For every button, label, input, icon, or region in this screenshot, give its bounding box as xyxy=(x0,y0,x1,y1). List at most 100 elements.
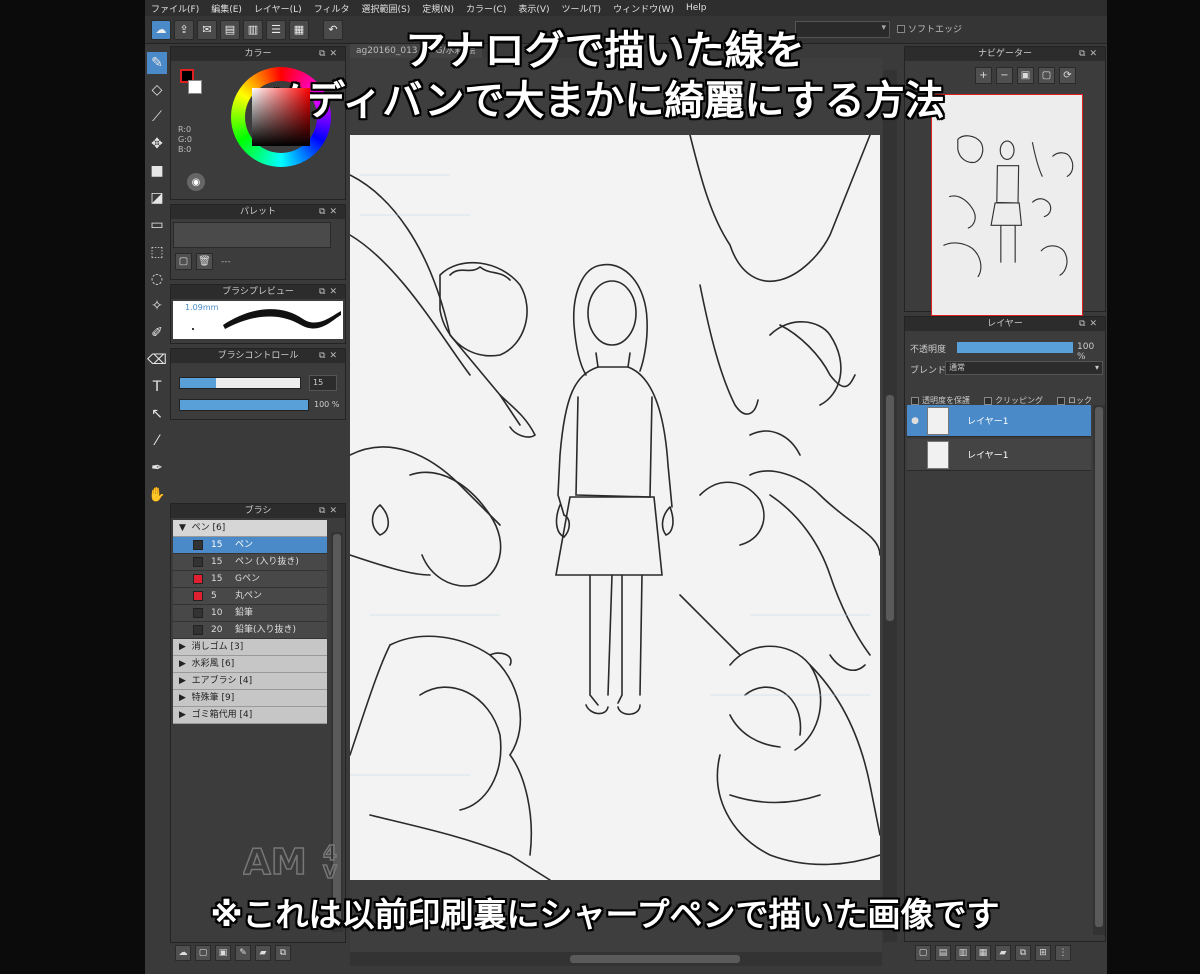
canvas-viewport[interactable] xyxy=(350,58,882,954)
canvas-vertical-scrollbar[interactable] xyxy=(883,70,897,942)
new-halftone-layer-icon[interactable]: ▤ xyxy=(935,945,951,961)
brush-item[interactable]: 10 鉛筆 xyxy=(173,605,327,622)
layer-list-scrollbar[interactable] xyxy=(1093,405,1105,935)
menu-ruler[interactable]: 定規(N) xyxy=(416,2,460,15)
menu-select[interactable]: 選択範囲(S) xyxy=(356,2,417,15)
tone-layer-icon[interactable]: ▦ xyxy=(975,945,991,961)
brush-edit-icon[interactable]: ✎ xyxy=(235,945,251,961)
select-pen-tool-icon[interactable]: ✐ xyxy=(147,322,167,344)
menu-edit[interactable]: 編集(E) xyxy=(205,2,248,15)
bucket-tool-icon[interactable]: ◪ xyxy=(147,187,167,209)
brush-opacity-slider[interactable] xyxy=(179,399,309,411)
cloud-brush-icon[interactable]: ☁ xyxy=(175,945,191,961)
operation-tool-icon[interactable]: ↖ xyxy=(147,403,167,425)
layer-name: レイヤー1 xyxy=(967,417,1009,427)
brush-items: 15 ペン 15 ペン (入り抜き) 15 Gペン 5 丸ペン 10 鉛筆 20 鉛筆(入り抜き) xyxy=(173,537,327,639)
palette-swatches[interactable] xyxy=(173,222,331,248)
layer-property-icon[interactable]: ⋮ xyxy=(1055,945,1071,961)
brush-item[interactable]: 20 鉛筆(入り抜き) xyxy=(173,622,327,639)
layer-name: レイヤー1 xyxy=(967,451,1009,461)
new-palette-icon[interactable]: ▢ xyxy=(175,253,192,270)
layer-folder-icon[interactable]: ▰ xyxy=(995,945,1011,961)
layer-panel-footer: ▢ ▤ ▥ ▦ ▰ ⧉ ⊞ ⋮ xyxy=(915,945,1071,961)
panel-controls-icon[interactable]: ⧉✕ xyxy=(319,504,341,518)
new-layer-icon[interactable]: ▢ xyxy=(915,945,931,961)
brush-item-size: 20 xyxy=(211,624,223,635)
saturation-value-square[interactable] xyxy=(252,88,310,146)
select-tool-icon[interactable]: ⬚ xyxy=(147,241,167,263)
palette-icon[interactable]: ◉ xyxy=(187,173,205,191)
duplicate-layer-icon[interactable]: ⧉ xyxy=(1015,945,1031,961)
canvas-vscroll-thumb[interactable] xyxy=(886,395,894,621)
clipping-checkbox[interactable] xyxy=(984,396,992,405)
brush-group[interactable]: ▶ 水彩風 [6] xyxy=(173,656,327,673)
brush-item[interactable]: 15 ペン xyxy=(173,537,327,554)
magic-wand-tool-icon[interactable]: ✧ xyxy=(147,295,167,317)
blend-mode-select[interactable]: 通常 ▾ xyxy=(945,361,1103,375)
brush-item-name: Gペン xyxy=(235,573,260,584)
panel-controls-icon[interactable]: ⧉✕ xyxy=(1079,47,1101,61)
new-8bit-layer-icon[interactable]: ▥ xyxy=(955,945,971,961)
canvas-horizontal-scrollbar[interactable] xyxy=(350,952,882,966)
panel-controls-icon[interactable]: ⧉✕ xyxy=(319,205,341,219)
chevron-down-icon: ▾ xyxy=(1094,363,1099,372)
brush-group[interactable]: ▶ 消しゴム [3] xyxy=(173,639,327,656)
brush-item[interactable]: 5 丸ペン xyxy=(173,588,327,605)
eye-icon[interactable]: ● xyxy=(907,416,923,426)
dot-tool-icon[interactable]: ⟋ xyxy=(147,106,167,128)
lock-checkbox[interactable] xyxy=(1057,396,1065,405)
menu-filter[interactable]: フィルタ xyxy=(308,2,356,15)
trash-icon[interactable]: 🗑 xyxy=(196,253,213,270)
palette-panel: パレット ⧉✕ ▢ 🗑 --- xyxy=(170,204,346,280)
rotate-icon[interactable]: ⟳ xyxy=(1059,67,1076,84)
layer-scroll-thumb[interactable] xyxy=(1095,407,1103,927)
move-tool-icon[interactable]: ✥ xyxy=(147,133,167,155)
line-art xyxy=(350,135,880,880)
menu-view[interactable]: 表示(V) xyxy=(512,2,555,15)
lasso-tool-icon[interactable]: ◌ xyxy=(147,268,167,290)
eraser-tool-icon[interactable]: ◇ xyxy=(147,79,167,101)
brush-size-input[interactable]: 15 xyxy=(309,375,337,391)
canvas-hscroll-thumb[interactable] xyxy=(570,955,740,963)
panel-controls-icon[interactable]: ⧉✕ xyxy=(319,349,341,363)
brush-item-size: 5 xyxy=(211,590,217,601)
brush-settings-icon[interactable]: ▣ xyxy=(215,945,231,961)
select-eraser-tool-icon[interactable]: ⌫ xyxy=(147,349,167,371)
drawing-canvas[interactable] xyxy=(350,135,880,880)
layer-opacity-slider[interactable] xyxy=(957,342,1073,353)
actual-size-icon[interactable]: ▢ xyxy=(1038,67,1055,84)
panel-controls-icon[interactable]: ⧉✕ xyxy=(1079,317,1101,331)
merge-layer-icon[interactable]: ⊞ xyxy=(1035,945,1051,961)
menu-color[interactable]: カラー(C) xyxy=(460,2,512,15)
green-value: G:0 xyxy=(178,135,192,144)
brush-group[interactable]: ▶ 特殊筆 [9] xyxy=(173,690,327,707)
brush-size-slider[interactable] xyxy=(179,377,301,389)
dropper-tool-icon[interactable]: ✒ xyxy=(147,457,167,479)
folder-icon[interactable]: ▰ xyxy=(255,945,271,961)
eyedropper-tool-icon[interactable]: ⁄ xyxy=(147,430,167,452)
menu-window[interactable]: ウィンドウ(W) xyxy=(607,2,680,15)
menu-help[interactable]: Help xyxy=(680,3,713,13)
brush-group[interactable]: ▶ ゴミ箱代用 [4] xyxy=(173,707,327,724)
menu-layer[interactable]: レイヤー(L) xyxy=(248,2,308,15)
brush-item[interactable]: 15 ペン (入り抜き) xyxy=(173,554,327,571)
gradient-tool-icon[interactable]: ▭ xyxy=(147,214,167,236)
brush-tool-icon[interactable]: ✎ xyxy=(147,52,167,74)
layer-row[interactable]: ● レイヤー1 xyxy=(907,405,1091,437)
menu-tool[interactable]: ツール(T) xyxy=(556,2,608,15)
panel-controls-icon[interactable]: ⧉✕ xyxy=(319,285,341,299)
duplicate-icon[interactable]: ⧉ xyxy=(275,945,291,961)
add-brush-icon[interactable]: ▢ xyxy=(195,945,211,961)
brush-item[interactable]: 15 Gペン xyxy=(173,571,327,588)
hand-tool-icon[interactable]: ✋ xyxy=(147,484,167,506)
navigator-thumbnail[interactable] xyxy=(931,94,1083,316)
fill-rect-tool-icon[interactable]: ■ xyxy=(147,160,167,182)
text-tool-icon[interactable]: T xyxy=(147,376,167,398)
brush-group-pen[interactable]: ▼ ペン [6] xyxy=(173,520,327,537)
layer-row[interactable]: レイヤー1 xyxy=(907,439,1091,471)
menu-file[interactable]: ファイル(F) xyxy=(145,2,205,15)
cloud-icon[interactable]: ☁ xyxy=(151,19,171,40)
protect-alpha-checkbox[interactable] xyxy=(911,396,919,405)
brush-group[interactable]: ▶ エアブラシ [4] xyxy=(173,673,327,690)
red-value: R:0 xyxy=(178,125,192,134)
